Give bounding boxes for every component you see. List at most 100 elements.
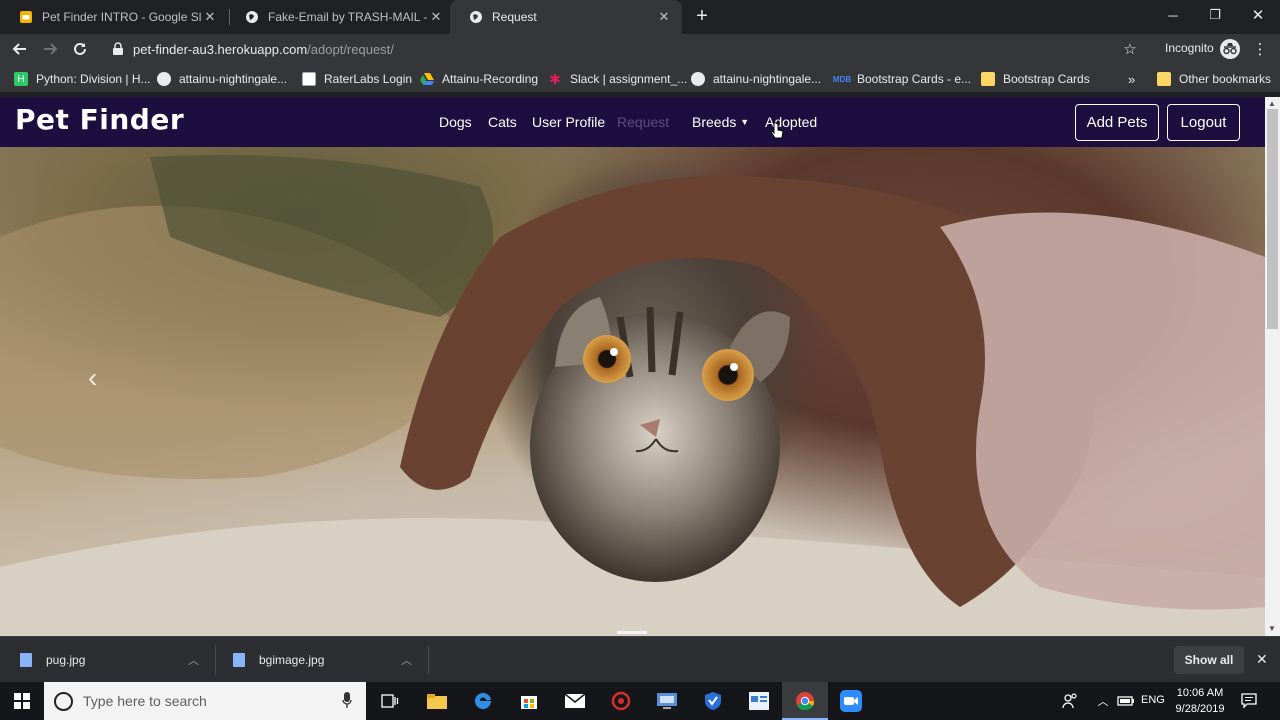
other-bookmarks-label: Other bookmarks bbox=[1179, 72, 1272, 86]
bookmark-item[interactable]: attainu-nightingale... bbox=[157, 70, 287, 88]
carousel-indicator[interactable] bbox=[617, 631, 647, 634]
site-navbar: Pet Finder Dogs Cats User Profile Reques… bbox=[0, 97, 1265, 147]
close-icon[interactable]: ✕ bbox=[656, 9, 672, 25]
task-view-icon[interactable] bbox=[377, 688, 403, 714]
language-indicator[interactable]: ENG bbox=[1141, 694, 1165, 706]
bookmark-label: Attainu-Recording bbox=[442, 72, 539, 86]
bookmark-label: Slack | assignment_... bbox=[570, 72, 688, 86]
hackerrank-icon: H bbox=[14, 72, 28, 86]
system-clock[interactable]: 10:06 AM 9/28/2019 bbox=[1172, 685, 1228, 717]
app-red-icon[interactable] bbox=[608, 688, 634, 714]
nav-link-request[interactable]: Request bbox=[617, 114, 669, 130]
download-divider bbox=[215, 645, 216, 675]
tab-request[interactable]: Request ✕ bbox=[450, 0, 682, 34]
bookmark-label: RaterLabs Login bbox=[324, 72, 413, 86]
folder-icon bbox=[1157, 72, 1171, 86]
incognito-label: Incognito bbox=[1165, 41, 1214, 55]
other-bookmarks[interactable]: Other bookmarks bbox=[1157, 70, 1271, 88]
globe-icon bbox=[244, 9, 260, 25]
logout-button[interactable]: Logout bbox=[1167, 104, 1240, 141]
edge-icon[interactable] bbox=[470, 688, 496, 714]
windows-taskbar: Type here to search ︿ ENG 10:06 AM 9/28/… bbox=[0, 682, 1280, 720]
more-bookmarks-icon[interactable]: » bbox=[1128, 70, 1135, 88]
bookmark-item[interactable]: H Python: Division | H... bbox=[14, 70, 151, 88]
add-pets-button[interactable]: Add Pets bbox=[1075, 104, 1159, 141]
reload-icon[interactable] bbox=[69, 38, 91, 60]
close-icon[interactable]: ✕ bbox=[202, 9, 218, 25]
tab-fake-email[interactable]: Fake-Email by TRASH-MAIL - Fet ✕ bbox=[226, 0, 454, 34]
url-text: pet-finder-au3.herokuapp.com/adopt/reque… bbox=[133, 42, 394, 57]
window-close-button[interactable]: ✕ bbox=[1236, 0, 1280, 30]
scroll-down-icon[interactable]: ▼ bbox=[1268, 624, 1276, 633]
cortana-icon bbox=[54, 692, 73, 711]
chrome-icon bbox=[796, 692, 815, 711]
download-divider bbox=[428, 645, 429, 675]
bookmark-item[interactable]: Attainu-Recording bbox=[420, 70, 538, 88]
bookmark-item[interactable]: RaterLabs Login bbox=[302, 70, 412, 88]
site-brand[interactable]: Pet Finder bbox=[15, 103, 184, 136]
bookmark-label: Python: Division | H... bbox=[36, 72, 151, 86]
chevron-up-icon[interactable]: ︿ bbox=[401, 652, 412, 668]
download-item[interactable]: bgimage.jpg ︿ bbox=[233, 637, 423, 683]
download-filename: pug.jpg bbox=[46, 653, 86, 667]
page-scrollbar[interactable]: ▲ ▼ bbox=[1265, 97, 1280, 636]
tab-google-slides[interactable]: Pet Finder INTRO - Google Slides ✕ bbox=[0, 0, 228, 34]
store-icon[interactable] bbox=[516, 688, 542, 714]
github-icon bbox=[157, 72, 171, 86]
carousel-prev-icon[interactable]: ‹ bbox=[88, 362, 97, 394]
file-explorer-icon[interactable] bbox=[424, 688, 450, 714]
vpn-shield-icon[interactable] bbox=[700, 688, 726, 714]
search-placeholder: Type here to search bbox=[83, 693, 207, 709]
nav-link-cats[interactable]: Cats bbox=[488, 114, 517, 130]
caret-down-icon: ▼ bbox=[740, 117, 750, 127]
app-window-icon[interactable] bbox=[746, 688, 772, 714]
zoom-icon[interactable] bbox=[838, 688, 864, 714]
nav-dropdown-breeds[interactable]: Breeds ▼ bbox=[692, 114, 749, 130]
breeds-label: Breeds bbox=[692, 114, 737, 130]
star-icon[interactable]: ☆ bbox=[1119, 38, 1141, 60]
forward-arrow-icon[interactable] bbox=[39, 38, 61, 60]
minimize-button[interactable]: ─ bbox=[1151, 0, 1195, 30]
download-shelf: pug.jpg ︿ bgimage.jpg ︿ Show all ✕ bbox=[0, 636, 1280, 682]
download-item[interactable]: pug.jpg ︿ bbox=[20, 637, 210, 683]
bookmark-item[interactable]: MDB Bootstrap Cards - e... bbox=[832, 70, 971, 88]
hand-cursor-icon bbox=[770, 121, 784, 139]
file-icon bbox=[233, 653, 245, 667]
bookmark-label: attainu-nightingale... bbox=[713, 72, 822, 86]
nav-link-dogs[interactable]: Dogs bbox=[439, 114, 472, 130]
bookmark-item[interactable]: Bootstrap Cards bbox=[981, 70, 1090, 88]
chevron-up-icon[interactable]: ︿ bbox=[188, 652, 199, 668]
incognito-icon[interactable] bbox=[1220, 39, 1240, 59]
scroll-up-icon[interactable]: ▲ bbox=[1268, 99, 1276, 108]
url-host: pet-finder-au3.herokuapp.com bbox=[133, 42, 308, 57]
mail-icon[interactable] bbox=[562, 688, 588, 714]
tab-title: Fake-Email by TRASH-MAIL - Fet bbox=[268, 10, 428, 24]
bookmark-item[interactable]: attainu-nightingale... bbox=[691, 70, 821, 88]
kebab-menu-icon[interactable]: ⋮ bbox=[1249, 38, 1271, 60]
clock-time: 10:06 AM bbox=[1176, 687, 1224, 699]
battery-icon[interactable] bbox=[1113, 688, 1139, 714]
back-arrow-icon[interactable] bbox=[9, 38, 31, 60]
scrollbar-thumb[interactable] bbox=[1267, 109, 1278, 329]
github-icon bbox=[691, 72, 705, 86]
microphone-icon[interactable] bbox=[342, 692, 352, 713]
close-icon[interactable]: ✕ bbox=[1256, 651, 1268, 668]
close-icon[interactable]: ✕ bbox=[428, 9, 444, 25]
address-bar[interactable]: pet-finder-au3.herokuapp.com/adopt/reque… bbox=[104, 36, 1144, 63]
raterlabs-icon bbox=[302, 72, 316, 86]
taskbar-search-box[interactable]: Type here to search bbox=[44, 682, 366, 720]
restore-button[interactable]: ❐ bbox=[1193, 0, 1237, 30]
slides-icon bbox=[18, 9, 34, 25]
lock-icon bbox=[112, 42, 124, 61]
remote-desktop-icon[interactable] bbox=[654, 688, 680, 714]
show-all-button[interactable]: Show all bbox=[1174, 646, 1244, 674]
nav-link-user-profile[interactable]: User Profile bbox=[532, 114, 605, 130]
new-tab-button[interactable]: + bbox=[692, 6, 712, 26]
bookmark-item[interactable]: ✱ Slack | assignment_... bbox=[548, 70, 687, 88]
windows-start-icon[interactable] bbox=[9, 688, 35, 714]
clock-date: 9/28/2019 bbox=[1175, 703, 1225, 715]
mdb-icon: MDB bbox=[832, 74, 852, 84]
people-icon[interactable] bbox=[1057, 688, 1083, 714]
chrome-taskbar-button[interactable] bbox=[782, 682, 828, 720]
notification-icon[interactable] bbox=[1236, 688, 1262, 714]
